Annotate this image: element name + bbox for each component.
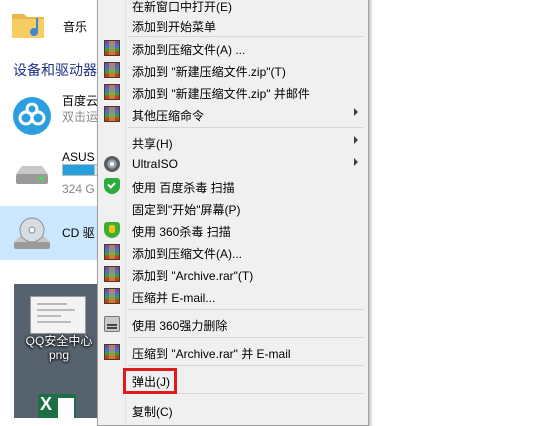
menu-item-360-scan[interactable]: 使用 360杀毒 扫描	[98, 219, 368, 241]
winrar-icon	[104, 62, 120, 78]
menu-item-add-to-rar[interactable]: 添加到压缩文件(A)...	[98, 241, 368, 263]
menu-item-share[interactable]: 共享(H)	[98, 131, 368, 153]
menu-item-add-to-archive-rar[interactable]: 添加到 "Archive.rar"(T)	[98, 263, 368, 285]
excel-file-icon[interactable]: X	[38, 394, 76, 418]
menu-separator	[128, 365, 364, 366]
menu-item-pin-to-start[interactable]: 固定到"开始"屏幕(P)	[98, 197, 368, 219]
winrar-icon	[104, 288, 120, 304]
cd-drive[interactable]: CD 驱	[0, 206, 100, 260]
drive-usage-bar	[62, 164, 98, 176]
asus-drive[interactable]: ASUS 324 G	[0, 146, 100, 206]
menu-item-label: 使用 360杀毒 扫描	[132, 225, 231, 239]
winrar-icon	[104, 84, 120, 100]
menu-item-label: 添加到 "新建压缩文件.zip" 并邮件	[132, 87, 310, 101]
menu-item-label: 使用 360强力删除	[132, 319, 228, 333]
menu-item-360-force-delete[interactable]: 使用 360强力删除	[98, 313, 368, 335]
winrar-icon	[104, 106, 120, 122]
cd-drive-icon	[14, 217, 50, 249]
drive-free-space: 324 G	[62, 182, 95, 196]
menu-item-compress-email[interactable]: 压缩并 E-mail...	[98, 285, 368, 307]
menu-item-baidu-scan[interactable]: 使用 百度杀毒 扫描	[98, 175, 368, 197]
menu-item-add-to-start-menu[interactable]: 添加到开始菜单	[98, 14, 368, 36]
winrar-icon	[104, 344, 120, 360]
menu-item-label: 共享(H)	[132, 137, 173, 151]
menu-item-add-to-archive[interactable]: 添加到压缩文件(A) ...	[98, 37, 368, 59]
desktop-file-label[interactable]: QQ安全中心	[18, 332, 100, 349]
menu-item-label: 添加到压缩文件(A)...	[132, 247, 242, 261]
360-antivirus-icon	[104, 222, 120, 238]
menu-item-add-to-zip[interactable]: 添加到 "新建压缩文件.zip"(T)	[98, 59, 368, 81]
drive-name: ASUS	[62, 150, 95, 164]
drive-subtitle: 双击运	[62, 110, 99, 124]
menu-item-other-compression[interactable]: 其他压缩命令	[98, 103, 368, 125]
menu-separator	[128, 337, 364, 338]
devices-section-heading: 设备和驱动器	[13, 62, 97, 78]
menu-item-label: 添加到开始菜单	[132, 20, 217, 34]
drive-name: 百度云	[62, 94, 99, 108]
menu-item-label: 压缩到 "Archive.rar" 并 E-mail	[132, 347, 291, 361]
menu-item-label: 其他压缩命令	[132, 109, 205, 123]
eject-highlight-box	[123, 368, 177, 394]
menu-item-label: 添加到 "Archive.rar"(T)	[132, 269, 254, 283]
music-folder-icon[interactable]	[10, 6, 46, 42]
context-menu: 在新窗口中打开(E) 添加到开始菜单 添加到压缩文件(A) ... 添加到 "新…	[97, 0, 369, 426]
menu-item-ultraiso[interactable]: UltraISO	[98, 153, 368, 175]
baidu-antivirus-icon	[104, 178, 120, 194]
submenu-arrow-icon	[354, 158, 358, 166]
menu-item-label: 在新窗口中打开(E)	[132, 0, 232, 14]
image-file-thumbnail[interactable]	[30, 296, 86, 334]
menu-item-label: 使用 百度杀毒 扫描	[132, 181, 235, 195]
menu-item-label: 固定到"开始"屏幕(P)	[132, 203, 241, 217]
hard-disk-icon	[16, 166, 48, 184]
ultraiso-icon	[104, 156, 120, 172]
winrar-icon	[104, 266, 120, 282]
baidu-cloud-drive[interactable]: 百度云 双击运	[0, 88, 100, 148]
winrar-icon	[104, 40, 120, 56]
menu-separator	[128, 309, 364, 310]
menu-item-label: 添加到压缩文件(A) ...	[132, 43, 246, 57]
menu-item-add-to-zip-and-email[interactable]: 添加到 "新建压缩文件.zip" 并邮件	[98, 81, 368, 103]
menu-item-label: UltraISO	[132, 157, 179, 171]
menu-item-label: 复制(C)	[132, 405, 173, 419]
menu-separator	[128, 127, 364, 128]
menu-item-compress-to-archive-email[interactable]: 压缩到 "Archive.rar" 并 E-mail	[98, 341, 368, 363]
drive-name: CD 驱	[62, 226, 95, 240]
submenu-arrow-icon	[354, 136, 358, 144]
shredder-icon	[104, 316, 120, 332]
baidu-cloud-icon	[13, 97, 51, 135]
submenu-arrow-icon	[354, 108, 358, 116]
menu-item-label: 压缩并 E-mail...	[132, 291, 216, 305]
desktop-file-extension: png	[48, 348, 70, 362]
winrar-icon	[104, 244, 120, 260]
menu-item-label: 添加到 "新建压缩文件.zip"(T)	[132, 65, 286, 79]
music-folder-label[interactable]: 音乐	[63, 18, 87, 35]
